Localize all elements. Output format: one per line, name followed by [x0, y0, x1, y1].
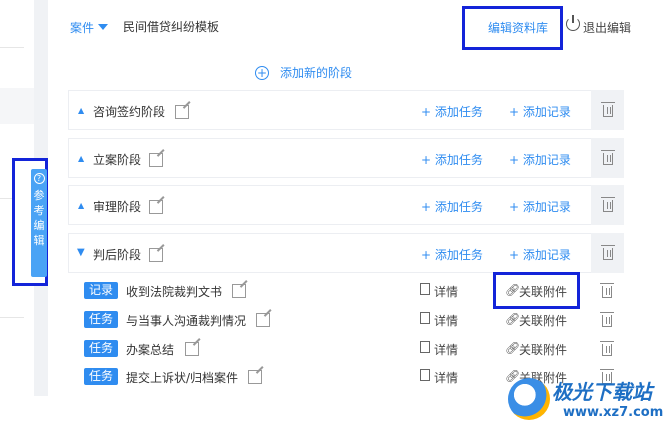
stage-name: 判后阶段: [93, 248, 142, 262]
add-task-button[interactable]: + 添加任务: [421, 151, 483, 168]
reference-edit-highlight: ? 参考编辑: [12, 158, 48, 286]
detail-icon: [420, 369, 430, 381]
stage-card: ▲ 审理阶段 + 添加任务 + 添加记录: [68, 185, 624, 225]
edit-icon[interactable]: [149, 153, 163, 167]
trash-icon[interactable]: [601, 150, 615, 165]
task-title[interactable]: 收到法院裁判文书: [126, 283, 222, 300]
add-record-button[interactable]: + 添加记录: [509, 103, 571, 120]
watermark-url: www.xz7.com: [563, 405, 664, 420]
edit-icon[interactable]: [248, 370, 262, 384]
reference-edit-label: 参考编辑: [33, 189, 45, 247]
stage-name: 审理阶段: [93, 200, 142, 214]
edit-icon[interactable]: [175, 105, 189, 119]
edit-icon[interactable]: [149, 200, 163, 214]
stage-delete-area[interactable]: [591, 233, 624, 273]
stage-card: ▲ 咨询签约阶段 + 添加任务 + 添加记录: [68, 90, 624, 130]
task-title[interactable]: 与当事人沟通裁判情况: [126, 312, 246, 329]
power-icon-bar: [572, 15, 574, 23]
attach-button[interactable]: 关联附件: [519, 312, 567, 329]
stage-delete-area[interactable]: [591, 185, 624, 225]
caret-right-icon[interactable]: ▲: [78, 201, 84, 210]
watermark-logo-icon: [508, 378, 550, 420]
edit-icon[interactable]: [185, 342, 199, 356]
link-icon: 🔗︎: [505, 341, 521, 355]
caret-down-icon[interactable]: ▼: [77, 247, 85, 258]
task-row: 任务 办案总结 详情 🔗︎ 关联附件: [84, 338, 624, 364]
caret-right-icon[interactable]: ▲: [78, 154, 84, 163]
stage-delete-area[interactable]: [591, 138, 624, 178]
detail-button[interactable]: 详情: [434, 283, 458, 300]
watermark: 极光下载站 www.xz7.com: [508, 372, 667, 429]
left-divider: [0, 47, 24, 48]
stage-name: 立案阶段: [93, 153, 142, 167]
trash-icon[interactable]: [600, 341, 614, 356]
trash-icon[interactable]: [601, 102, 615, 117]
task-title[interactable]: 办案总结: [126, 341, 174, 358]
caret-right-icon[interactable]: ▲: [78, 106, 84, 115]
attach-button[interactable]: 关联附件: [519, 341, 567, 358]
stage-card-expanded: ▼ 判后阶段 + 添加任务 + 添加记录: [68, 233, 624, 273]
detail-icon: [420, 312, 430, 324]
template-name: 民间借贷纠纷模板: [123, 20, 220, 34]
add-stage-label: 添加新的阶段: [280, 66, 353, 80]
task-row: 任务 与当事人沟通裁判情况 详情 🔗︎ 关联附件: [84, 309, 624, 335]
type-badge: 任务: [84, 340, 119, 357]
type-badge: 任务: [84, 311, 119, 328]
case-dropdown[interactable]: 案件: [70, 19, 94, 36]
exit-edit-button[interactable]: 退出编辑: [583, 19, 631, 36]
detail-icon: [420, 341, 430, 353]
top-bar: 案件 民间借贷纠纷模板 编辑资料库 退出编辑: [48, 0, 667, 52]
type-badge: 记录: [84, 282, 119, 299]
left-band: [0, 88, 34, 124]
add-record-button[interactable]: + 添加记录: [509, 198, 571, 215]
task-title[interactable]: 提交上诉状/归档案件: [126, 369, 238, 386]
stage-delete-area[interactable]: [591, 90, 624, 130]
attach-highlight: [493, 272, 580, 309]
chevron-down-icon[interactable]: [98, 24, 108, 30]
trash-icon[interactable]: [601, 197, 615, 212]
edit-library-button[interactable]: 编辑资料库: [488, 19, 548, 36]
detail-button[interactable]: 详情: [434, 312, 458, 329]
detail-button[interactable]: 详情: [434, 341, 458, 358]
add-record-button[interactable]: + 添加记录: [509, 151, 571, 168]
add-task-button[interactable]: + 添加任务: [421, 103, 483, 120]
watermark-title: 极光下载站: [552, 380, 652, 404]
stage-name: 咨询签约阶段: [93, 105, 166, 119]
edit-icon[interactable]: [232, 284, 246, 298]
type-badge: 任务: [84, 368, 119, 385]
add-record-button[interactable]: + 添加记录: [509, 246, 571, 263]
add-task-button[interactable]: + 添加任务: [421, 246, 483, 263]
help-icon: ?: [33, 173, 45, 184]
plus-circle-icon: +: [255, 65, 269, 80]
reference-edit-tab[interactable]: ? 参考编辑: [31, 169, 47, 277]
detail-icon: [420, 283, 430, 295]
edit-icon[interactable]: [149, 248, 163, 262]
link-icon: 🔗︎: [505, 312, 521, 326]
trash-icon[interactable]: [600, 283, 614, 298]
add-task-button[interactable]: + 添加任务: [421, 198, 483, 215]
trash-icon[interactable]: [601, 245, 615, 260]
add-stage-button[interactable]: + 添加新的阶段: [255, 64, 352, 81]
app-root: ? 参考编辑 案件 民间借贷纠纷模板 编辑资料库 退出编辑 + 添加新的阶段 ▲…: [0, 0, 667, 429]
left-divider: [0, 317, 24, 318]
edit-icon[interactable]: [256, 313, 270, 327]
detail-button[interactable]: 详情: [434, 369, 458, 386]
stage-card: ▲ 立案阶段 + 添加任务 + 添加记录: [68, 138, 624, 178]
trash-icon[interactable]: [600, 312, 614, 327]
